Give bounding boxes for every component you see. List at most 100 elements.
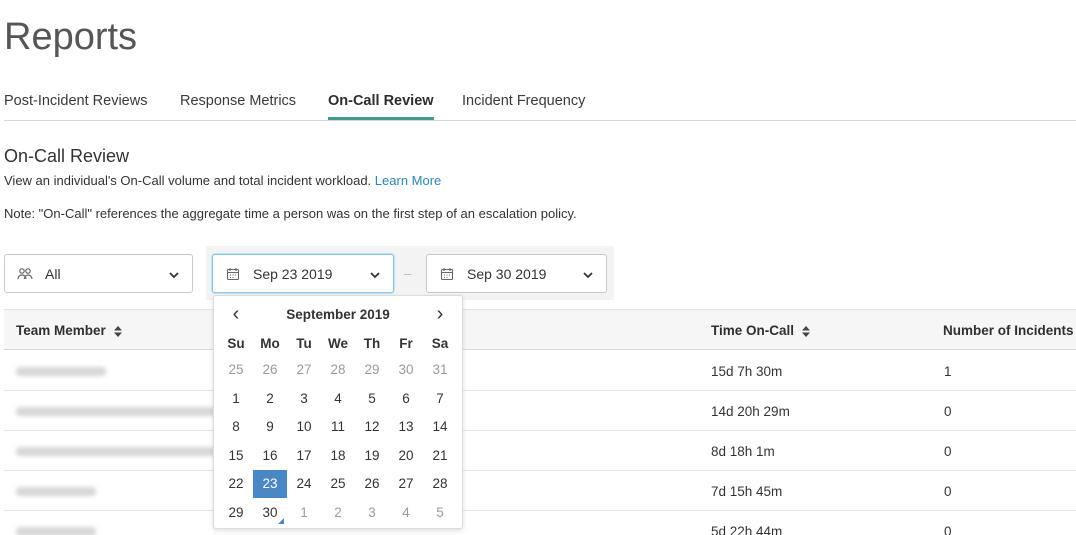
report-tabs: Post-Incident Reviews Response Metrics O…	[4, 90, 1076, 121]
calendar-day[interactable]: 6	[389, 385, 423, 413]
start-date-label: Sep 23 2019	[253, 265, 333, 282]
calendar-day[interactable]: 14	[423, 413, 457, 441]
weekday-header: Mo	[260, 336, 280, 351]
incidents-cell: 0	[944, 524, 952, 535]
tab-incident-frequency[interactable]: Incident Frequency	[462, 93, 585, 120]
team-member-name-blurred	[16, 487, 96, 496]
calendar-day[interactable]: 16	[253, 442, 287, 470]
calendar-day[interactable]: 5	[355, 385, 389, 413]
calendar-day-outside-month[interactable]: 29	[355, 356, 389, 384]
calendar-day[interactable]: 7	[423, 385, 457, 413]
team-member-name-blurred	[16, 447, 216, 456]
calendar-day[interactable]: 11	[321, 413, 355, 441]
learn-more-link[interactable]: Learn More	[375, 173, 441, 188]
calendar-day[interactable]: 4	[321, 385, 355, 413]
time-on-call-cell: 14d 20h 29m	[711, 404, 790, 419]
incidents-cell: 0	[944, 484, 952, 499]
calendar-day-outside-month[interactable]: 25	[219, 356, 253, 384]
calendar-month-label: September 2019	[286, 307, 390, 322]
sort-icon	[801, 325, 810, 337]
calendar-day[interactable]: 12	[355, 413, 389, 441]
calendar-day[interactable]: 24	[287, 470, 321, 498]
page-title: Reports	[4, 16, 138, 58]
calendar-day[interactable]: 17	[287, 442, 321, 470]
time-on-call-cell: 5d 22h 44m	[711, 524, 783, 535]
calendar-day-outside-month[interactable]: 4	[389, 499, 423, 527]
team-member-name-blurred	[16, 367, 106, 376]
calendar-day[interactable]: 25	[321, 470, 355, 498]
calendar-day[interactable]: 13	[389, 413, 423, 441]
calendar-day-outside-month[interactable]: 31	[423, 356, 457, 384]
team-member-name-blurred	[16, 527, 96, 535]
calendar-day-outside-month[interactable]: 2	[321, 499, 355, 527]
weekday-header: Th	[363, 336, 381, 351]
calendar-day[interactable]: 3	[287, 385, 321, 413]
calendar-day[interactable]: 23	[253, 470, 287, 498]
section-description: View an individual's On-Call volume and …	[4, 173, 441, 188]
tab-response-metrics[interactable]: Response Metrics	[180, 93, 296, 120]
tab-on-call-review[interactable]: On-Call Review	[328, 93, 434, 120]
chevron-down-icon	[369, 268, 381, 280]
next-month-button[interactable]: ›	[430, 304, 450, 324]
calendar-icon	[225, 266, 241, 282]
calendar-day[interactable]: 9	[253, 413, 287, 441]
calendar-day[interactable]: 20	[389, 442, 423, 470]
end-date-label: Sep 30 2019	[467, 265, 547, 282]
table-row[interactable]: 5d 22h 44m 0	[4, 511, 1076, 535]
description-text: View an individual's On-Call volume and …	[4, 173, 372, 188]
calendar-day-outside-month[interactable]: 28	[321, 356, 355, 384]
calendar-day[interactable]: 19	[355, 442, 389, 470]
chevron-down-icon	[582, 268, 594, 280]
calendar-day-outside-month[interactable]: 1	[287, 499, 321, 527]
table-row[interactable]: 14d 20h 29m 0	[4, 391, 1076, 431]
column-team-member[interactable]: Team Member	[16, 323, 122, 338]
calendar-day[interactable]: 29	[219, 499, 253, 527]
section-title: On-Call Review	[4, 146, 130, 166]
users-icon	[17, 266, 33, 282]
table-row[interactable]: 8d 18h 1m 0	[4, 431, 1076, 471]
date-picker-calendar: ‹ September 2019 › Su Mo Tu We Th Fr Sa 25 26 27 2…	[213, 295, 463, 529]
calendar-header: ‹ September 2019 ›	[214, 304, 462, 324]
calendar-day[interactable]: 2	[253, 385, 287, 413]
calendar-day[interactable]: 22	[219, 470, 253, 498]
table-header: Team Member Time On-Call Number of Incid…	[4, 309, 1076, 350]
team-filter-label: All	[45, 265, 61, 282]
section-note: Note: "On-Call" references the aggregate…	[4, 206, 577, 221]
calendar-day-outside-month[interactable]: 27	[287, 356, 321, 384]
calendar-day[interactable]: 26	[355, 470, 389, 498]
sort-icon	[113, 325, 122, 337]
start-date-picker[interactable]: Sep 23 2019	[212, 254, 394, 293]
calendar-day[interactable]: 27	[389, 470, 423, 498]
weekday-header: Su	[227, 336, 245, 351]
calendar-day-outside-month[interactable]: 30	[389, 356, 423, 384]
incidents-cell: 1	[944, 364, 952, 379]
chevron-down-icon	[168, 268, 180, 280]
calendar-day[interactable]: 28	[423, 470, 457, 498]
column-time-on-call[interactable]: Time On-Call	[711, 323, 810, 338]
weekday-header: Fr	[399, 336, 413, 351]
table-row[interactable]: 7d 15h 45m 0	[4, 471, 1076, 511]
time-on-call-cell: 7d 15h 45m	[711, 484, 783, 499]
calendar-day-outside-month[interactable]: 3	[355, 499, 389, 527]
tab-post-incident-reviews[interactable]: Post-Incident Reviews	[4, 93, 147, 120]
calendar-day[interactable]: 1	[219, 385, 253, 413]
end-date-picker[interactable]: Sep 30 2019	[426, 254, 607, 293]
weekday-header: We	[327, 336, 348, 351]
calendar-icon	[439, 266, 455, 282]
weekday-header: Tu	[296, 336, 312, 351]
calendar-day[interactable]: 18	[321, 442, 355, 470]
team-filter-dropdown[interactable]: All	[4, 254, 193, 293]
calendar-day[interactable]: 21	[423, 442, 457, 470]
calendar-day[interactable]: 8	[219, 413, 253, 441]
time-on-call-cell: 8d 18h 1m	[711, 444, 775, 459]
calendar-day[interactable]: 10	[287, 413, 321, 441]
calendar-day[interactable]: 30	[253, 499, 287, 527]
table-row[interactable]: 15d 7h 30m 1	[4, 351, 1076, 391]
weekday-header: Sa	[431, 336, 449, 351]
column-number-of-incidents[interactable]: Number of Incidents	[943, 323, 1074, 338]
calendar-day-outside-month[interactable]: 26	[253, 356, 287, 384]
calendar-day-outside-month[interactable]: 5	[423, 499, 457, 527]
calendar-day[interactable]: 15	[219, 442, 253, 470]
date-range-separator: –	[404, 266, 412, 281]
time-on-call-cell: 15d 7h 30m	[711, 364, 783, 379]
